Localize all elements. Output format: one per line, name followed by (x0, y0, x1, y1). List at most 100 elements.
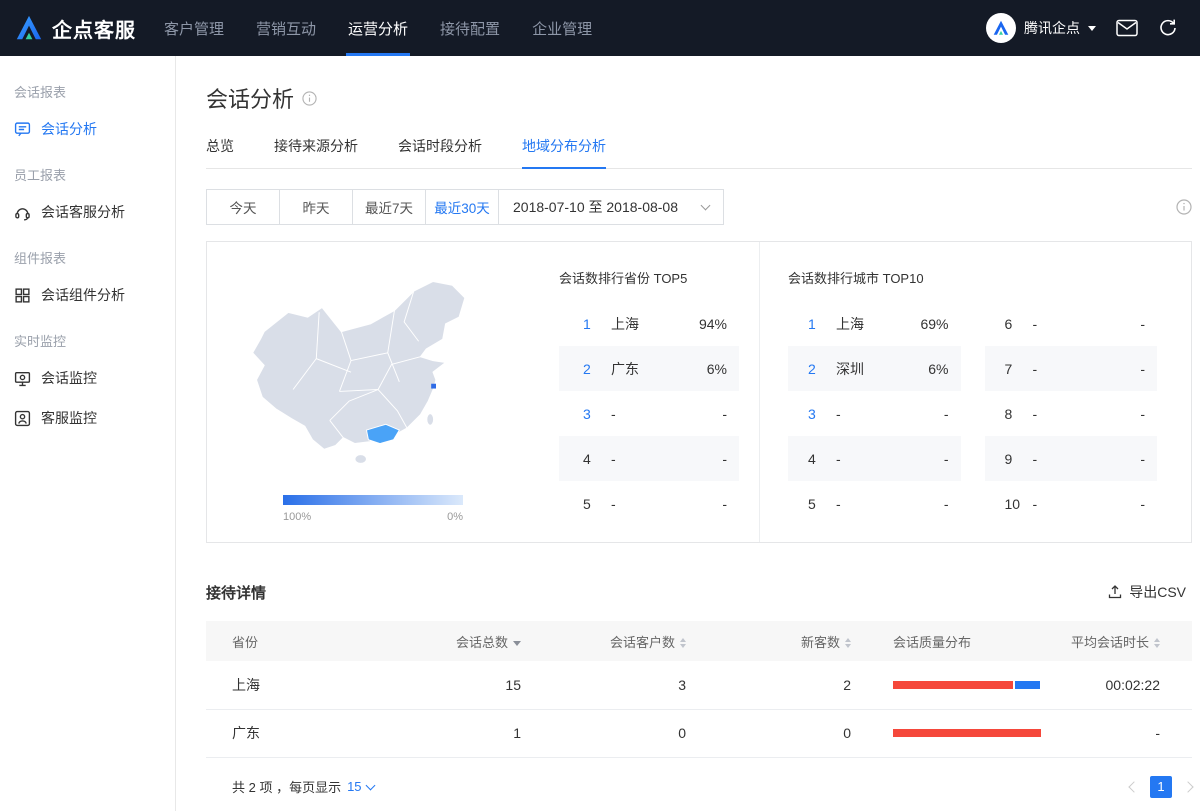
account-name: 腾讯企点 (1024, 18, 1080, 38)
cell-new-customers: 2 (686, 661, 851, 709)
component-icon (14, 287, 31, 304)
nav-customer-management[interactable]: 客户管理 (148, 0, 240, 56)
rank-name: 广东 (611, 359, 707, 379)
range-30days-button[interactable]: 最近30天 (425, 189, 499, 225)
rank-value: - (1140, 406, 1145, 422)
rank-row: 2 广东 6% (559, 346, 739, 391)
rank-row: 5 - - (559, 481, 739, 526)
chevron-down-icon (365, 780, 375, 790)
legend-max-label: 100% (283, 511, 311, 523)
col-session-customers[interactable]: 会话客户数 (521, 621, 686, 661)
col-total-sessions[interactable]: 会话总数 (421, 621, 521, 661)
rank-name: - (611, 451, 722, 467)
range-7days-button[interactable]: 最近7天 (352, 189, 426, 225)
rank-number: 2 (583, 361, 611, 377)
rank-number: 10 (1005, 496, 1033, 512)
person-badge-icon (14, 410, 31, 427)
rank-number: 3 (808, 406, 836, 422)
sidebar-item-label: 客服监控 (41, 408, 97, 428)
nav-marketing[interactable]: 营销互动 (240, 0, 332, 56)
mail-button[interactable] (1116, 19, 1138, 37)
rank-name: - (836, 451, 944, 467)
legend-gradient-bar (283, 495, 463, 505)
sort-icon[interactable] (845, 638, 851, 648)
monitor-icon (14, 370, 31, 387)
chevron-down-icon (1088, 26, 1096, 31)
app-body: 会话报表 会话分析 员工报表 会话客服分析 组件报表 (0, 56, 1200, 811)
rank-number: 8 (1005, 406, 1033, 422)
rank-name: - (1033, 361, 1141, 377)
rank-value: - (722, 496, 727, 512)
chat-icon (14, 121, 31, 138)
sort-desc-icon[interactable] (513, 641, 521, 646)
range-yesterday-button[interactable]: 昨天 (279, 189, 353, 225)
rank-number: 2 (808, 361, 836, 377)
nav-enterprise-management[interactable]: 企业管理 (516, 0, 608, 56)
cell-avg-duration: 00:02:22 (1056, 661, 1192, 709)
sidebar-item-agent-monitor[interactable]: 客服监控 (0, 398, 175, 438)
cell-quality-distribution (851, 661, 1056, 709)
sort-icon[interactable] (680, 638, 686, 648)
rank-name: - (1033, 316, 1141, 332)
rank-value: - (944, 496, 949, 512)
page-number[interactable]: 1 (1150, 776, 1172, 798)
city-rank-title: 会话数排行城市 TOP10 (788, 268, 1157, 287)
china-map[interactable] (235, 264, 525, 488)
date-range-picker[interactable]: 2018-07-10 至 2018-08-08 (498, 189, 724, 225)
rank-value: - (722, 406, 727, 422)
tab-region-distribution[interactable]: 地域分布分析 (522, 136, 606, 168)
sidebar-item-agent-analysis[interactable]: 会话客服分析 (0, 192, 175, 232)
table-footer: 共 2 项 ，每页显示 15 1 (206, 776, 1192, 798)
cell-total-sessions: 15 (421, 661, 521, 709)
tab-session-period[interactable]: 会话时段分析 (398, 136, 482, 168)
page-size-dropdown[interactable]: 15 (347, 779, 373, 794)
logout-button[interactable] (1158, 18, 1178, 38)
nav-reception-config[interactable]: 接待配置 (424, 0, 516, 56)
rank-number: 7 (1005, 361, 1033, 377)
cell-quality-distribution (851, 709, 1056, 757)
export-csv-button[interactable]: 导出CSV (1101, 581, 1192, 603)
map-marker-shanghai[interactable] (431, 384, 436, 389)
col-new-customers[interactable]: 新客数 (686, 621, 851, 661)
qidian-avatar-icon (992, 19, 1010, 37)
analysis-tabs: 总览 接待来源分析 会话时段分析 地域分布分析 (206, 136, 1192, 169)
col-avg-duration[interactable]: 平均会话时长 (1056, 621, 1192, 661)
rank-number: 5 (808, 496, 836, 512)
rank-value: 69% (920, 316, 948, 332)
logout-icon (1158, 18, 1178, 38)
brand-name: 企点客服 (52, 14, 136, 43)
next-page-button[interactable] (1182, 781, 1193, 792)
sidebar-item-session-monitor[interactable]: 会话监控 (0, 358, 175, 398)
rank-row: 4 - - (559, 436, 739, 481)
info-icon[interactable] (302, 91, 317, 106)
rank-value: 6% (707, 361, 727, 377)
cell-session-customers: 0 (521, 709, 686, 757)
info-icon[interactable] (1176, 199, 1192, 215)
tab-reception-source[interactable]: 接待来源分析 (274, 136, 358, 168)
map-legend: 100% 0% (283, 495, 463, 523)
tab-overview[interactable]: 总览 (206, 136, 234, 168)
account-menu[interactable]: 腾讯企点 (986, 13, 1096, 43)
rank-name: 上海 (611, 314, 699, 334)
cell-total-sessions: 1 (421, 709, 521, 757)
rank-value: - (1140, 451, 1145, 467)
rank-row: 5 - - (788, 481, 961, 526)
rank-row: 8 - - (985, 391, 1158, 436)
prev-page-button[interactable] (1128, 781, 1139, 792)
rank-row: 1 上海 69% (788, 301, 961, 346)
rank-row: 2 深圳 6% (788, 346, 961, 391)
cell-avg-duration: - (1056, 709, 1192, 757)
range-today-button[interactable]: 今天 (206, 189, 280, 225)
main-content: 会话分析 总览 接待来源分析 会话时段分析 地域分布分析 今天 昨天 最近7天 … (176, 56, 1200, 811)
brand[interactable]: 企点客服 (14, 13, 136, 43)
sort-icon[interactable] (1154, 638, 1160, 648)
sidebar-item-component-analysis[interactable]: 会话组件分析 (0, 275, 175, 315)
sidebar-group-realtime-monitor: 实时监控 (0, 315, 175, 358)
rank-row: 3 - - (788, 391, 961, 436)
sidebar-item-session-analysis[interactable]: 会话分析 (0, 109, 175, 149)
nav-operation-analysis[interactable]: 运营分析 (332, 0, 424, 56)
table-row: 上海 15 3 2 00:02:22 (206, 661, 1192, 709)
city-rank: 会话数排行城市 TOP10 1 上海 69% 2 深圳 6% (759, 242, 1191, 542)
quality-segment-bad (893, 729, 1041, 737)
qidian-logo-icon (14, 13, 44, 43)
